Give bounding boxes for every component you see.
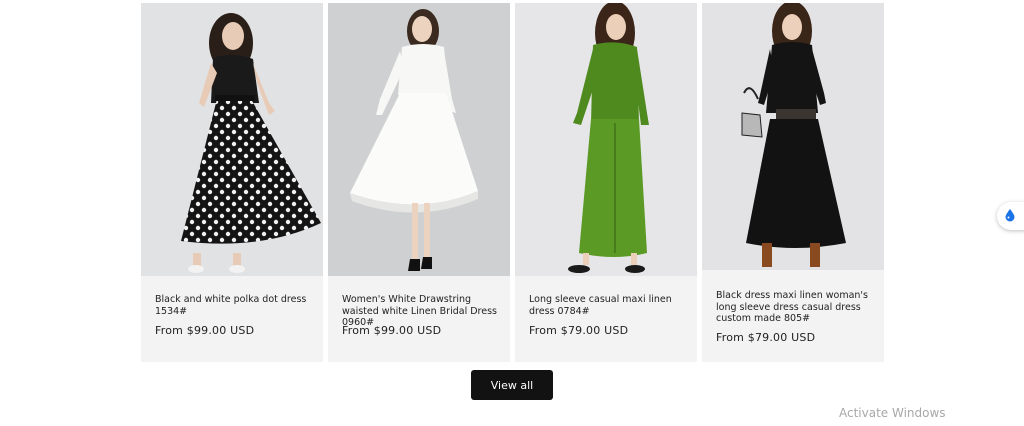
product-image[interactable] [515, 3, 697, 276]
product-image[interactable] [141, 3, 323, 276]
product-card[interactable]: Women's White Drawstring waisted white L… [328, 3, 510, 362]
floating-widget-button[interactable] [997, 202, 1024, 230]
product-card[interactable]: Black dress maxi linen woman's long slee… [702, 3, 884, 362]
product-title[interactable]: Black and white polka dot dress 1534# [155, 294, 313, 317]
product-price: From $99.00 USD [155, 324, 255, 337]
product-card[interactable]: Long sleeve casual maxi linen dress 0784… [515, 3, 697, 362]
product-image[interactable] [328, 3, 510, 276]
water-drop-icon [1004, 207, 1016, 226]
product-title[interactable]: Long sleeve casual maxi linen dress 0784… [529, 294, 687, 317]
os-activation-watermark: Activate Windows [839, 406, 946, 420]
product-title[interactable]: Black dress maxi linen woman's long slee… [716, 290, 874, 325]
product-price: From $79.00 USD [529, 324, 629, 337]
product-card[interactable]: Black and white polka dot dress 1534# Fr… [141, 3, 323, 362]
product-image[interactable] [702, 3, 884, 270]
product-grid: Black and white polka dot dress 1534# Fr… [141, 3, 884, 362]
product-price: From $99.00 USD [342, 324, 442, 337]
product-price: From $79.00 USD [716, 331, 816, 344]
view-all-button[interactable]: View all [471, 370, 553, 400]
